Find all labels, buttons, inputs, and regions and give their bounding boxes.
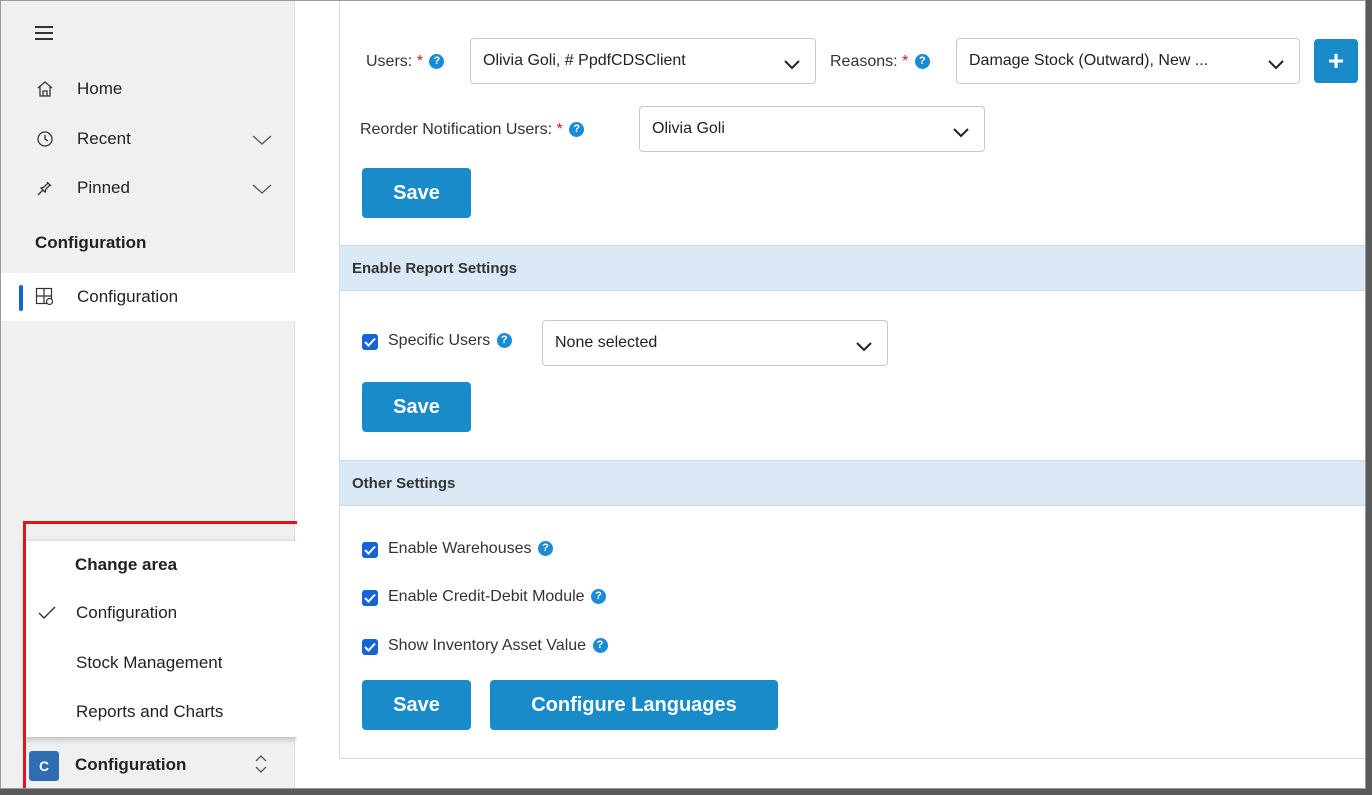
sidebar-item-label: Recent [77,129,131,148]
save-other-settings-button[interactable]: Save [362,680,471,730]
specific-users-label: Specific Users ? [388,332,512,350]
users-select[interactable]: Olivia Goli, # PpdfCDSClient [470,38,816,84]
sidebar-item-home[interactable]: Home [1,65,295,113]
help-icon[interactable]: ? [537,541,553,557]
reorder-users-select[interactable]: Olivia Goli [639,106,985,152]
help-icon[interactable]: ? [914,54,930,70]
chevron-down-icon [1267,56,1285,70]
required-mark: * [416,53,423,70]
enable-warehouses-label: Enable Warehouses ? [388,540,553,558]
reorder-users-label: Reorder Notification Users: * ? [360,121,585,139]
area-switcher[interactable]: C Configuration [25,741,297,788]
enable-credit-debit-checkbox[interactable] [362,590,378,606]
reasons-label: Reasons: * ? [830,53,930,71]
users-select-value: Olivia Goli, # PpdfCDSClient [483,52,686,69]
report-settings-header: Enable Report Settings [340,245,1365,291]
grid-settings-icon [35,287,55,307]
area-option-stock-management[interactable]: Stock Management [25,643,297,683]
area-switcher-label: Configuration [75,755,187,774]
specific-users-checkbox[interactable] [362,334,378,350]
hamburger-menu-icon[interactable] [35,26,53,40]
add-reason-button[interactable]: + [1314,39,1358,83]
clock-icon [35,129,55,149]
help-icon[interactable]: ? [591,589,606,605]
main-content: Users: * ? Olivia Goli, # PpdfCDSClient … [297,1,1365,788]
area-option-label: Stock Management [76,653,223,672]
chevron-down-icon [855,338,873,352]
area-option-label: Configuration [76,603,178,622]
save-report-settings-button[interactable]: Save [362,382,471,432]
sidebar-item-label: Home [77,79,123,98]
chevron-down-icon[interactable] [251,181,273,195]
area-option-configuration[interactable]: Configuration [25,593,297,633]
help-icon[interactable]: ? [429,54,445,70]
help-icon[interactable]: ? [569,122,585,138]
sidebar-item-label: Pinned [77,178,130,197]
section-title: Enable Report Settings [352,259,518,277]
reasons-select-value: Damage Stock (Outward), New ... [969,52,1209,69]
enable-warehouses-checkbox[interactable] [362,542,378,558]
section-title: Other Settings [352,474,456,492]
sidebar-section-title: Configuration [35,233,147,252]
configure-languages-button[interactable]: Configure Languages [490,680,778,730]
chevron-down-icon [783,56,801,70]
pin-icon [35,178,55,198]
required-mark: * [556,121,563,138]
active-indicator [19,285,23,311]
save-button[interactable]: Save [362,168,471,218]
enable-credit-debit-label: Enable Credit-Debit Module ? [388,588,606,606]
required-mark: * [902,53,909,70]
settings-panel: Users: * ? Olivia Goli, # PpdfCDSClient … [339,1,1365,759]
sidebar-item-label: Configuration [77,287,179,306]
specific-users-select[interactable]: None selected [542,320,888,366]
users-label: Users: * ? [366,53,445,71]
help-icon[interactable]: ? [496,333,512,349]
area-option-reports-and-charts[interactable]: Reports and Charts [25,692,297,732]
sidebar-item-recent[interactable]: Recent [1,115,295,163]
chevron-down-icon[interactable] [251,132,273,146]
reasons-select[interactable]: Damage Stock (Outward), New ... [956,38,1300,84]
home-icon [35,79,55,99]
chevron-up-down-icon [253,753,269,775]
show-inventory-asset-value-label: Show Inventory Asset Value ? [388,637,608,655]
specific-users-select-value: None selected [555,334,658,351]
reorder-users-select-value: Olivia Goli [652,120,725,137]
app-window: Home Recent Pinned Configuration Configu… [0,0,1366,789]
checkmark-icon [37,605,57,621]
show-inventory-asset-value-checkbox[interactable] [362,639,378,655]
other-settings-header: Other Settings [340,460,1365,506]
area-option-label: Reports and Charts [76,702,224,721]
sidebar-item-configuration[interactable]: Configuration [1,273,295,321]
chevron-down-icon [952,124,970,138]
help-icon[interactable]: ? [592,638,608,654]
sidebar-item-pinned[interactable]: Pinned [1,164,295,212]
change-area-popup: Change area Configuration Stock Manageme… [25,541,297,737]
area-badge: C [29,751,59,781]
popup-title: Change area [75,555,178,574]
